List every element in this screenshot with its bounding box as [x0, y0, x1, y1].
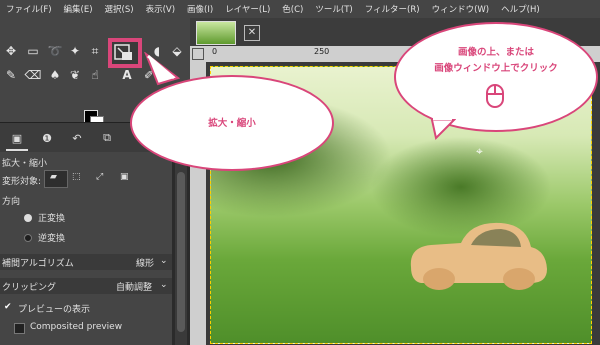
- airbrush-icon[interactable]: ♠: [46, 66, 64, 84]
- wooden-toy-car-image: [410, 222, 547, 290]
- image-thumbnail[interactable]: [196, 21, 236, 45]
- clone-icon[interactable]: ❦: [66, 66, 84, 84]
- navigate-icon[interactable]: [192, 48, 204, 60]
- tool-name-callout: 拡大・縮小: [130, 75, 334, 171]
- instruction-pointer: [430, 118, 456, 140]
- ruler-mark-0: 0: [212, 47, 218, 56]
- smudge-icon[interactable]: ☝: [86, 66, 104, 84]
- close-icon[interactable]: ✕: [244, 25, 260, 41]
- menu-windows[interactable]: ウィンドウ(W): [426, 3, 496, 15]
- tool-name-text: 拡大・縮小: [208, 118, 256, 129]
- menu-filters[interactable]: フィルター(R): [359, 3, 426, 15]
- chevron-down-icon[interactable]: ⌄: [160, 256, 168, 266]
- callout-pointer: [144, 52, 180, 86]
- menu-file[interactable]: ファイル(F): [0, 3, 58, 15]
- options-scrollbar[interactable]: [175, 152, 187, 345]
- interpolation-label: 補間アルゴリズム: [2, 259, 74, 269]
- interpolation-value[interactable]: 線形: [136, 256, 154, 269]
- direction-label: 方向: [2, 197, 21, 207]
- scale-tool-icon: [114, 44, 132, 60]
- images-tab-icon[interactable]: ⧉: [96, 127, 118, 149]
- selection-icon[interactable]: ⬚: [72, 172, 81, 182]
- eraser-icon[interactable]: ⌫: [24, 66, 42, 84]
- rect-select-icon[interactable]: ▭: [24, 42, 42, 60]
- clipping-value[interactable]: 自動調整: [116, 280, 152, 293]
- text-tool-icon[interactable]: A: [118, 66, 136, 84]
- checkmark-icon[interactable]: ✔: [4, 302, 12, 312]
- reverse-label: 逆変換: [38, 234, 66, 244]
- paintbrush-icon[interactable]: ✎: [2, 66, 20, 84]
- menu-color[interactable]: 色(C): [276, 3, 309, 15]
- reverse-radio[interactable]: [24, 234, 32, 242]
- image-icon[interactable]: ▣: [120, 172, 129, 182]
- composited-checkbox[interactable]: [14, 323, 25, 334]
- menu-view[interactable]: 表示(V): [140, 3, 181, 15]
- tool-options-panel: 拡大・縮小 変形対象: ▰ ⬚ ⤢ ▣ 方向 正変換 逆変換 補間アルゴリズム …: [0, 152, 172, 345]
- options-title: 拡大・縮小: [2, 159, 48, 169]
- transform-target-label: 変形対象:: [2, 177, 42, 187]
- preview-label: プレビューの表示: [18, 305, 91, 315]
- fuzzy-select-icon[interactable]: ✦: [66, 42, 84, 60]
- ruler-mark-250: 250: [314, 47, 330, 56]
- instruction-line-1: 画像の上、または: [457, 47, 534, 58]
- composited-label: Composited preview: [30, 322, 123, 332]
- mouse-click-icon: [486, 84, 504, 108]
- menu-layer[interactable]: レイヤー(L): [219, 3, 276, 15]
- tool-options-tab-icon[interactable]: ▣: [6, 127, 28, 151]
- scale-cursor-icon: ⌖: [476, 144, 483, 158]
- scale-tool-highlight[interactable]: [108, 38, 142, 68]
- undo-history-tab-icon[interactable]: ↶: [66, 127, 88, 149]
- path-icon[interactable]: ⤢: [96, 172, 103, 182]
- crop-icon[interactable]: ⌗: [86, 42, 104, 60]
- menu-edit[interactable]: 編集(E): [58, 3, 99, 15]
- instruction-callout: 画像の上、または 画像ウィンドウ上でクリック: [394, 22, 598, 132]
- device-status-tab-icon[interactable]: ❶: [36, 127, 58, 149]
- menu-select[interactable]: 選択(S): [99, 3, 140, 15]
- move-tool-icon[interactable]: ✥: [2, 42, 20, 60]
- layer-icon: ▰: [50, 172, 57, 182]
- lasso-icon[interactable]: ➰: [46, 42, 64, 60]
- clipping-label: クリッピング: [2, 283, 57, 293]
- menu-tools[interactable]: ツール(T): [309, 3, 358, 15]
- menu-bar: ファイル(F) 編集(E) 選択(S) 表示(V) 画像(I) レイヤー(L) …: [0, 0, 600, 18]
- menu-image[interactable]: 画像(I): [181, 3, 219, 15]
- instruction-line-2: 画像ウィンドウ上でクリック: [434, 63, 558, 74]
- scroll-thumb[interactable]: [177, 172, 185, 332]
- menu-help[interactable]: ヘルプ(H): [495, 3, 546, 15]
- forward-radio[interactable]: [24, 214, 32, 222]
- chevron-down-icon[interactable]: ⌄: [160, 280, 168, 290]
- forward-label: 正変換: [38, 214, 66, 224]
